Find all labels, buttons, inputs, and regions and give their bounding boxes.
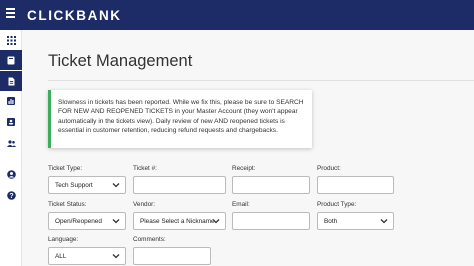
- vendor-select[interactable]: Please Select a Nickname: [133, 212, 226, 230]
- ticket-number-label: Ticket #:: [133, 165, 157, 172]
- email-field: Email:: [232, 201, 310, 230]
- chevron-down-icon: [112, 219, 120, 224]
- product-label: Product:: [317, 165, 341, 172]
- language-field: Language: ALL: [48, 236, 126, 265]
- sidebar-nav: ?: [0, 30, 22, 266]
- ticket-number-field: Ticket #:: [133, 165, 226, 194]
- account-circle-icon: [6, 169, 16, 179]
- chevron-down-icon: [380, 219, 388, 224]
- product-input[interactable]: [317, 176, 394, 194]
- comments-input[interactable]: [133, 247, 211, 265]
- email-input[interactable]: [232, 212, 310, 230]
- help-icon: ?: [6, 190, 16, 200]
- sidebar-item-users[interactable]: [0, 133, 22, 153]
- receipt-input[interactable]: [232, 176, 310, 194]
- sidebar-item-tickets[interactable]: [0, 71, 22, 91]
- chevron-down-icon: [212, 219, 220, 224]
- comments-field: Comments:: [133, 236, 211, 265]
- vendor-field: Vendor: Please Select a Nickname: [133, 201, 226, 230]
- clickbank-logo[interactable]: CLICKBANK: [27, 8, 122, 23]
- sidebar-item-products[interactable]: [0, 50, 22, 70]
- alert-message: Slowness in tickets has been reported. W…: [58, 99, 304, 134]
- product-type-value: Both: [324, 217, 338, 225]
- sidebar-item-accounts[interactable]: [0, 112, 22, 132]
- product-type-select[interactable]: Both: [317, 212, 394, 230]
- sidebar-item-reports[interactable]: [0, 91, 22, 111]
- language-label: Language:: [48, 236, 79, 243]
- vendor-value: Please Select a Nickname: [140, 217, 215, 225]
- users-icon: [6, 139, 16, 147]
- ticket-type-field: Ticket Type: Tech Support: [48, 165, 126, 194]
- sidebar-item-help[interactable]: ?: [0, 185, 22, 205]
- language-value: ALL: [55, 252, 67, 260]
- ticket-type-label: Ticket Type:: [48, 165, 83, 172]
- ticket-type-select[interactable]: Tech Support: [48, 176, 126, 194]
- email-label: Email:: [232, 201, 250, 208]
- ticket-status-field: Ticket Status: Open/Reopened: [48, 201, 126, 230]
- title-divider: [48, 80, 474, 81]
- bar-chart-icon: [7, 97, 15, 105]
- receipt-label: Receipt:: [232, 165, 256, 172]
- ticket-number-input[interactable]: [133, 176, 226, 194]
- id-card-icon: [7, 118, 15, 126]
- top-header-bar: CLICKBANK: [0, 0, 474, 30]
- chevron-down-icon: [112, 183, 120, 188]
- ticket-status-value: Open/Reopened: [55, 217, 102, 225]
- svg-text:?: ?: [9, 193, 13, 200]
- ticket-status-label: Ticket Status:: [48, 201, 87, 208]
- slowness-alert: Slowness in tickets has been reported. W…: [48, 90, 312, 148]
- ticket-type-value: Tech Support: [55, 181, 93, 189]
- receipt-field: Receipt:: [232, 165, 310, 194]
- document-icon: [8, 77, 14, 85]
- sidebar-item-dashboard[interactable]: [0, 30, 22, 50]
- book-icon: [7, 56, 15, 64]
- hamburger-menu-icon[interactable]: [6, 8, 17, 22]
- chevron-down-icon: [112, 254, 120, 259]
- language-select[interactable]: ALL: [48, 247, 126, 265]
- product-field: Product:: [317, 165, 394, 194]
- main-content: Ticket Management Slowness in tickets ha…: [22, 30, 474, 266]
- ticket-status-select[interactable]: Open/Reopened: [48, 212, 126, 230]
- product-type-field: Product Type: Both: [317, 201, 394, 230]
- product-type-label: Product Type:: [317, 201, 357, 208]
- comments-label: Comments:: [133, 236, 166, 243]
- page-title: Ticket Management: [48, 52, 193, 70]
- grid-icon: [6, 35, 16, 45]
- sidebar-item-account[interactable]: [0, 164, 22, 184]
- vendor-label: Vendor:: [133, 201, 156, 208]
